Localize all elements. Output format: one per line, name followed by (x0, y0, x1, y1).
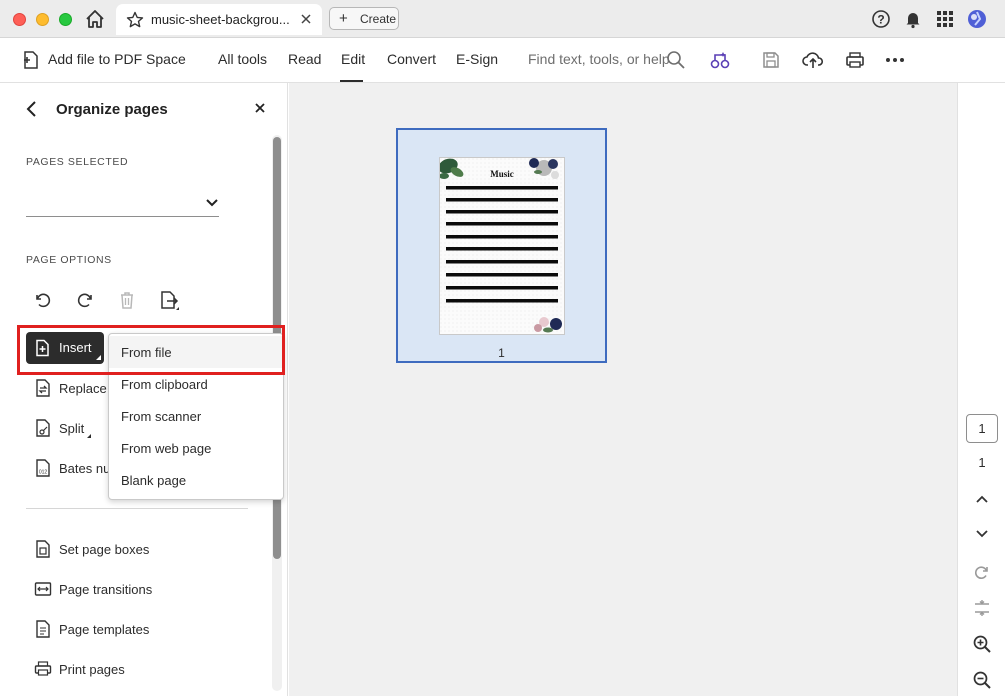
document-canvas: Music 1 (289, 83, 957, 696)
bates-label: Bates nu (59, 461, 111, 476)
menu-item-blank-page[interactable]: Blank page (109, 464, 283, 496)
create-label: Create (360, 12, 397, 26)
more-options-icon[interactable] (884, 49, 906, 71)
panel-title: Organize pages (56, 101, 168, 118)
current-page-value: 1 (978, 421, 986, 436)
split-label: Split (59, 421, 85, 436)
delete-icon[interactable] (116, 289, 138, 311)
rotate-right-icon[interactable] (74, 289, 96, 311)
page-templates-label: Page templates (59, 622, 150, 637)
print-icon[interactable] (844, 49, 866, 71)
search-icon[interactable] (665, 49, 687, 71)
menu-e-sign[interactable]: E-Sign (456, 51, 498, 67)
star-icon[interactable] (126, 11, 144, 32)
zoom-in-icon[interactable] (972, 634, 992, 654)
close-window-button[interactable] (13, 13, 26, 26)
bates-numbering-icon: 012 (34, 458, 52, 481)
chevron-down-icon (205, 196, 219, 211)
current-page-input[interactable]: 1 (966, 414, 998, 443)
menu-item-from-web-page[interactable]: From web page (109, 432, 283, 464)
previous-page-icon[interactable] (972, 489, 992, 509)
right-rail: 1 1 (957, 83, 1005, 696)
sheet-music-preview: Music (438, 158, 564, 334)
print-pages-icon (34, 659, 52, 682)
close-tab-icon[interactable] (298, 11, 314, 30)
page-options-heading: PAGE OPTIONS (26, 254, 112, 266)
add-file-icon[interactable] (20, 49, 42, 71)
replace-label: Replace (59, 381, 107, 396)
extract-pages-icon[interactable] (158, 289, 180, 311)
split-dropdown-corner-icon (87, 434, 91, 438)
page-thumbnail-selected[interactable]: Music 1 (396, 128, 607, 363)
menu-item-from-scanner[interactable]: From scanner (109, 400, 283, 432)
set-page-boxes-label: Set page boxes (59, 542, 150, 557)
menu-convert[interactable]: Convert (387, 51, 436, 67)
print-pages-label: Print pages (59, 662, 125, 677)
svg-text:?: ? (877, 13, 884, 27)
page-number-label: 1 (498, 346, 505, 360)
pages-selected-dropdown[interactable] (26, 189, 219, 217)
menu-item-label: From web page (121, 441, 212, 456)
search-input[interactable]: Find text, tools, or help (528, 51, 670, 67)
menu-edit[interactable]: Edit (341, 51, 365, 67)
rotate-left-icon[interactable] (32, 289, 54, 311)
plus-icon: + (339, 10, 348, 27)
menu-item-label: From clipboard (121, 377, 208, 392)
apps-grid-icon[interactable] (935, 9, 955, 29)
page-templates-icon (34, 619, 52, 642)
zoom-out-icon[interactable] (972, 670, 992, 690)
menu-all-tools[interactable]: All tools (218, 51, 267, 67)
help-icon[interactable]: ? (871, 9, 891, 29)
page-preview: Music (438, 157, 565, 335)
fit-page-icon[interactable] (972, 598, 992, 618)
pages-selected-heading: PAGES SELECTED (26, 156, 129, 168)
next-page-icon[interactable] (972, 523, 992, 543)
page-transitions-icon (34, 579, 52, 602)
ai-assistant-icon[interactable] (709, 49, 731, 71)
menu-read[interactable]: Read (288, 51, 321, 67)
page-transitions-label: Page transitions (59, 582, 153, 597)
minimize-window-button[interactable] (36, 13, 49, 26)
bell-icon[interactable] (903, 9, 923, 29)
replace-icon (34, 378, 52, 401)
active-tab-indicator (340, 80, 363, 82)
home-icon[interactable] (84, 8, 106, 30)
create-button[interactable]: + Create (329, 7, 399, 30)
avatar[interactable] (967, 9, 987, 29)
add-file-button[interactable]: Add file to PDF Space (48, 51, 186, 67)
highlight-annotation (17, 325, 285, 375)
tab-title: music-sheet-backgrou... (151, 12, 290, 27)
main-toolbar: Add file to PDF Space All tools Read Edi… (0, 38, 1005, 83)
document-tab[interactable]: music-sheet-backgrou... (116, 4, 322, 35)
save-icon[interactable] (760, 49, 782, 71)
page-boxes-icon (34, 539, 52, 562)
close-panel-icon[interactable] (253, 101, 267, 118)
refresh-icon[interactable] (972, 562, 992, 582)
split-scissors-icon (34, 418, 52, 441)
divider (26, 508, 248, 509)
total-pages: 1 (978, 455, 986, 470)
menu-item-label: From scanner (121, 409, 202, 424)
title-bar: music-sheet-backgrou... + Create ? (0, 0, 1005, 38)
upload-cloud-icon[interactable] (802, 49, 824, 71)
menu-item-label: Blank page (121, 473, 187, 488)
back-arrow-icon[interactable] (24, 100, 40, 121)
zoom-window-button[interactable] (59, 13, 72, 26)
page-title: Music (490, 169, 514, 179)
svg-text:012: 012 (39, 470, 48, 476)
